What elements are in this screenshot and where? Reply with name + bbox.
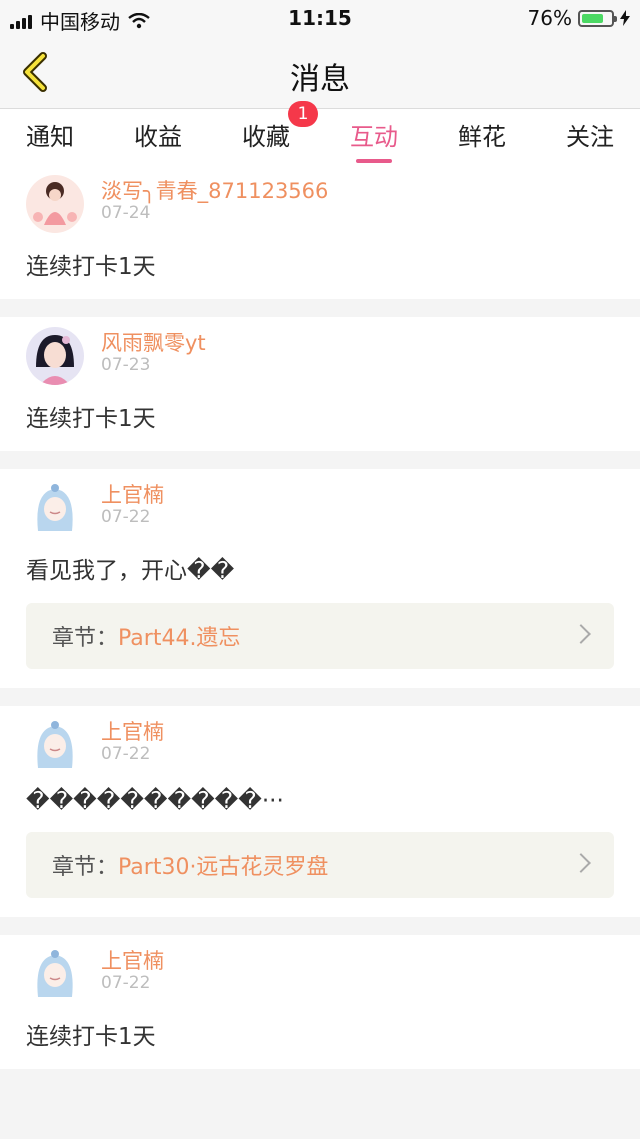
tab-label: 鲜花 [458,123,506,151]
tab-notify[interactable]: 通知 [26,109,74,165]
chapter-prefix: 章节： [52,855,119,880]
nav-bar: 消息 [0,36,640,109]
notification-badge: 1 [288,101,318,127]
message-date: 07-22 [101,973,151,993]
chevron-right-icon [571,624,591,644]
status-bar: 中国移动 11:15 76% [0,0,640,36]
chapter-title: Part30·远古花灵罗盘 [118,855,329,880]
message-date: 07-22 [101,507,151,527]
avatar-girl-icon[interactable] [26,175,84,233]
battery-fill [582,13,604,23]
username[interactable]: 上官楠 [101,945,164,975]
battery-icon [578,9,617,27]
message-item[interactable]: 上官楠 07-22 看见我了，开心�� 章节： Part44.遗忘 [0,469,640,688]
message-item[interactable]: 风雨飘零yt 07-23 连续打卡1天 [0,317,640,451]
tab-label: 收益 [134,123,182,151]
status-right: 76% [528,6,630,30]
active-tab-indicator [356,159,392,163]
tab-favorites[interactable]: 收藏 1 [242,101,318,165]
username[interactable]: 上官楠 [101,479,164,509]
divider [0,299,640,317]
battery-percent: 76% [527,6,572,30]
page-title: 消息 [290,62,350,97]
message-date: 07-24 [101,203,151,223]
tab-bar: 通知 收益 收藏 1 互动 鲜花 关注 [0,101,640,165]
chapter-link[interactable]: 章节： Part30·远古花灵罗盘 [26,832,614,898]
message-content: 看见我了，开心�� [26,558,235,584]
message-item[interactable]: 淡写╮青春_871123566 07-24 连续打卡1天 [0,165,640,299]
tab-follow[interactable]: 关注 [566,109,614,165]
avatar-girl-icon[interactable] [26,327,84,385]
chapter-prefix: 章节： [52,626,119,651]
username[interactable]: 风雨飘零yt [101,327,206,357]
avatar-blue-hair-icon[interactable] [26,945,84,1003]
tab-label: 互动 [350,123,398,151]
chapter-link[interactable]: 章节： Part44.遗忘 [26,603,614,669]
message-content: 连续打卡1天 [26,254,156,280]
avatar-blue-hair-icon[interactable] [26,479,84,537]
tab-label: 收藏 [242,123,290,151]
message-content: 连续打卡1天 [26,406,156,432]
username[interactable]: 淡写╮青春_871123566 [101,175,328,205]
tab-flowers[interactable]: 鲜花 [458,109,506,165]
message-content: ����������··· [26,788,284,814]
username[interactable]: 上官楠 [101,716,164,746]
message-date: 07-23 [101,355,151,375]
message-item[interactable]: 上官楠 07-22 ����������··· 章节： Part30·远古花灵罗… [0,706,640,917]
divider [0,688,640,706]
divider [0,917,640,935]
charging-bolt-icon [620,10,630,26]
tab-label: 通知 [26,123,74,151]
divider [0,451,640,469]
message-content: 连续打卡1天 [26,1024,156,1050]
message-date: 07-22 [101,744,151,764]
tab-interaction[interactable]: 互动 [350,109,398,165]
tab-income[interactable]: 收益 [134,109,182,165]
message-item[interactable]: 上官楠 07-22 连续打卡1天 [0,935,640,1069]
tab-label: 关注 [566,123,614,151]
avatar-blue-hair-icon[interactable] [26,716,84,774]
chapter-title: Part44.遗忘 [118,626,241,651]
chevron-right-icon [571,853,591,873]
